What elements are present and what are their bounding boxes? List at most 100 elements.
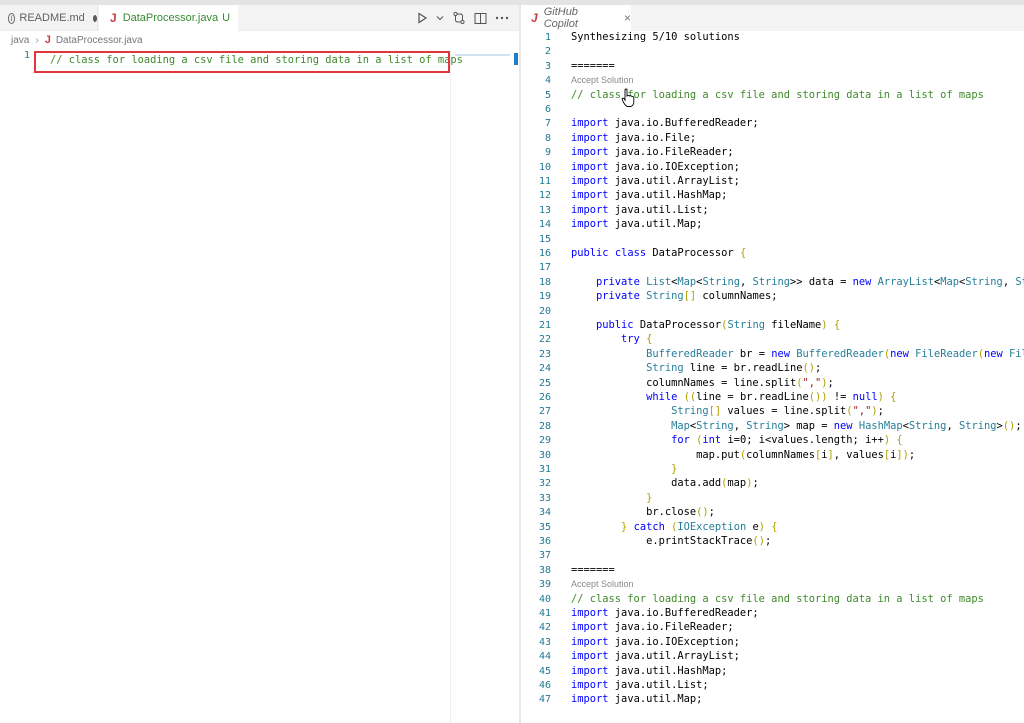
code-line[interactable]: 26 while ((line = br.readLine()) != null… xyxy=(521,391,1024,405)
code-line[interactable]: 38 ======= xyxy=(521,564,1024,578)
code-text: import java.util.Map; xyxy=(571,693,703,706)
code-text: try { xyxy=(621,333,653,346)
code-text: import java.util.List; xyxy=(571,679,709,691)
code-line[interactable]: 31 } xyxy=(521,463,1024,477)
code-text: while ((line = br.readLine()) != null) { xyxy=(646,391,897,403)
accept-solution-link[interactable]: Accept Solution xyxy=(571,75,634,85)
editor-divider xyxy=(450,50,451,723)
code-line[interactable]: 21 public DataProcessor(String fileName)… xyxy=(521,319,1024,333)
code-line[interactable]: 35 } catch (IOException e) { xyxy=(521,521,1024,535)
accept-solution-link[interactable]: Accept Solution xyxy=(571,579,634,589)
line-number: 22 xyxy=(538,334,551,346)
editor-pane: i README.md J DataProcessor.java U java … xyxy=(0,5,519,723)
code-line[interactable]: 10 import java.io.IOException; xyxy=(521,161,1024,175)
tab-label: GitHub Copilot xyxy=(543,6,578,30)
code-line[interactable]: 8 import java.io.File; xyxy=(521,132,1024,146)
line-number: 45 xyxy=(538,665,551,677)
line-number: 29 xyxy=(538,435,551,447)
tab-github-copilot[interactable]: J GitHub Copilot × xyxy=(521,5,631,31)
line-number: 15 xyxy=(538,233,551,245)
code-text: } xyxy=(671,463,678,475)
code-line[interactable]: 17 xyxy=(521,261,1024,275)
line-number: 19 xyxy=(538,291,551,303)
code-text: Synthesizing 5/10 solutions xyxy=(571,31,740,43)
code-text: } xyxy=(646,491,653,504)
code-line[interactable]: 7 import java.io.BufferedReader; xyxy=(521,117,1024,131)
code-line[interactable]: 41 import java.io.BufferedReader; xyxy=(521,607,1024,621)
code-line[interactable]: 27 String[] values = line.split(","); xyxy=(521,405,1024,419)
code-line[interactable]: 16 public class DataProcessor { xyxy=(521,247,1024,261)
line-number: 35 xyxy=(538,521,551,533)
code-line[interactable]: 46 import java.util.List; xyxy=(521,679,1024,693)
tab-label: README.md xyxy=(19,12,85,24)
code-text: import java.io.FileReader; xyxy=(571,621,734,634)
code-line[interactable]: 18 private List<Map<String, String>> dat… xyxy=(521,276,1024,290)
code-text: columnNames = line.split(","); xyxy=(571,376,834,389)
code-line[interactable]: 5// class for loading a csv file and sto… xyxy=(521,89,1024,103)
code-line[interactable]: 23 BufferedReader br = new BufferedReade… xyxy=(521,348,1024,362)
split-editor-icon[interactable] xyxy=(474,10,487,26)
line-number: 11 xyxy=(538,176,551,187)
code-line[interactable]: 19 private String[] columnNames; xyxy=(521,290,1024,304)
code-line[interactable]: 24 String line = br.readLine(); xyxy=(521,362,1024,376)
line-number: 37 xyxy=(538,550,551,562)
close-icon[interactable]: × xyxy=(624,11,631,25)
code-line[interactable]: 40 // class for loading a csv file and st… xyxy=(521,593,1024,607)
code-line[interactable]: 28 Map<String, String> map = new HashMap… xyxy=(521,420,1024,434)
code-line[interactable]: 47 import java.util.Map; xyxy=(521,693,1024,707)
code-line[interactable]: 34 br.close(); xyxy=(521,506,1024,520)
minimap-slider[interactable] xyxy=(514,53,518,65)
line-number: 7 xyxy=(544,118,551,130)
code-text: import java.util.Map; xyxy=(571,218,703,231)
code-line[interactable]: 36 e.printStackTrace(); xyxy=(521,535,1024,549)
code-line[interactable]: 44 import java.util.ArrayList; xyxy=(521,650,1024,664)
code-line[interactable]: 37 xyxy=(521,549,1024,563)
code-line[interactable]: 20 xyxy=(521,305,1024,319)
tab-label: DataProcessor.java xyxy=(122,12,219,24)
line-number: 41 xyxy=(538,608,551,619)
code-line[interactable]: 9 import java.io.FileReader; xyxy=(521,146,1024,160)
code-text: import java.io.FileReader; xyxy=(571,146,734,159)
line-number: 40 xyxy=(538,593,551,605)
code-text: } catch (IOException e) { xyxy=(621,520,778,533)
code-text: map.put(columnNames[i], values[i]); xyxy=(571,448,916,461)
line-number: 1 xyxy=(23,50,30,61)
code-text: import java.io.BufferedReader; xyxy=(571,607,759,619)
breadcrumb-file[interactable]: DataProcessor.java xyxy=(56,35,143,46)
code-line[interactable]: 6 xyxy=(521,103,1024,117)
code-line[interactable]: 14 import java.util.Map; xyxy=(521,218,1024,232)
code-line[interactable]: 15 xyxy=(521,233,1024,247)
line-number: 32 xyxy=(538,478,551,490)
code-line[interactable]: 25 columnNames = line.split(","); xyxy=(521,377,1024,391)
code-text: Map<String, String> map = new HashMap<St… xyxy=(671,419,1022,432)
code-line[interactable]: 12 import java.util.HashMap; xyxy=(521,189,1024,203)
code-line[interactable]: 11 import java.util.ArrayList; xyxy=(521,175,1024,189)
code-line[interactable]: 13 import java.util.List; xyxy=(521,204,1024,218)
line-number: 46 xyxy=(538,680,551,691)
line-number: 34 xyxy=(538,507,551,519)
code-text: BufferedReader br = new BufferedReader(n… xyxy=(646,347,1024,360)
run-icon[interactable] xyxy=(416,10,428,26)
code-line[interactable]: 22 try { xyxy=(521,333,1024,347)
code-line[interactable]: 32 data.add(map); xyxy=(521,477,1024,491)
code-line[interactable]: 43 import java.io.IOException; xyxy=(521,636,1024,650)
code-line[interactable]: 3 ======= xyxy=(521,60,1024,74)
compare-changes-icon[interactable] xyxy=(452,10,466,26)
code-line[interactable]: 29 for (int i=0; i<values.length; i++) { xyxy=(521,434,1024,448)
more-actions-icon[interactable] xyxy=(495,10,509,26)
breadcrumb-folder[interactable]: java xyxy=(11,35,29,46)
code-line[interactable]: 1 Synthesizing 5/10 solutions xyxy=(521,31,1024,45)
chevron-down-icon[interactable] xyxy=(436,10,444,26)
code-line[interactable]: 33 } xyxy=(521,492,1024,506)
tab-dataprocessor[interactable]: J DataProcessor.java U xyxy=(99,5,238,31)
line-number: 2 xyxy=(544,46,551,58)
line-number: 31 xyxy=(538,464,551,475)
code-text: public class DataProcessor { xyxy=(571,247,747,259)
code-line[interactable]: 45 import java.util.HashMap; xyxy=(521,665,1024,679)
code-line[interactable]: 30 map.put(columnNames[i], values[i]); xyxy=(521,449,1024,463)
info-icon: i xyxy=(8,12,16,24)
code-line[interactable]: 42 import java.io.FileReader; xyxy=(521,621,1024,635)
line-number: 17 xyxy=(538,262,551,274)
code-line[interactable]: 2 xyxy=(521,45,1024,59)
tab-readme[interactable]: i README.md xyxy=(0,5,98,31)
